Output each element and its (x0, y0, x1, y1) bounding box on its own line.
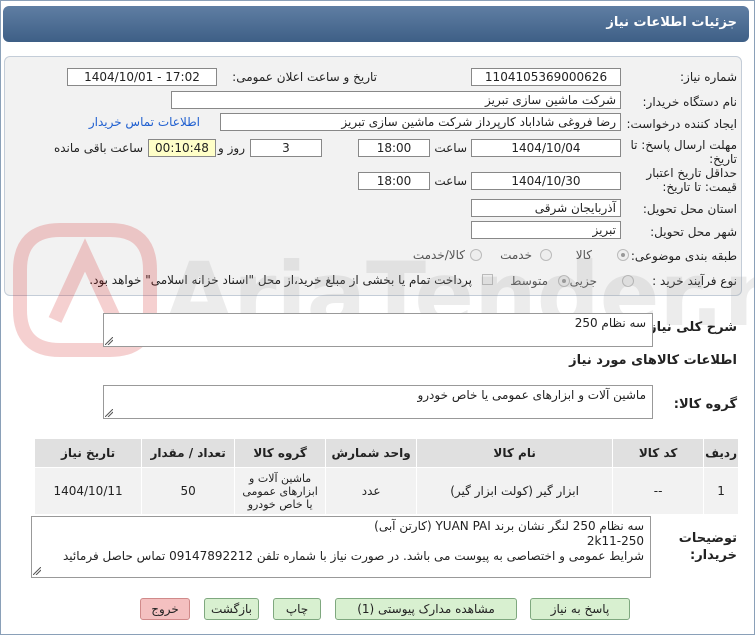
exit-button[interactable]: خروج (140, 598, 190, 620)
category-radio-goods[interactable] (617, 249, 629, 261)
table-row[interactable]: 1 -- ابزار گیر (کولت ابزار گیر) عدد ماشی… (33, 467, 739, 515)
view-docs-button[interactable]: مشاهده مدارک پیوستی (1) (335, 598, 517, 620)
remaining-time-label: ساعت باقی مانده (53, 141, 143, 155)
need-desc-field: سه نظام 250 (103, 313, 653, 347)
city-label: شهر محل تحویل: (650, 225, 737, 239)
contact-buyer-link[interactable]: اطلاعات تماس خریدار (89, 115, 200, 129)
province-field: آذربایجان شرقی (471, 199, 621, 217)
announce-label: تاریخ و ساعت اعلان عمومی: (232, 70, 377, 84)
process-label: نوع فرآیند خرید : (652, 274, 737, 288)
process-option-medium: متوسط (510, 274, 548, 288)
print-button[interactable]: چاپ (273, 598, 321, 620)
process-radio-minor[interactable] (622, 275, 634, 287)
city-field: تبریز (471, 221, 621, 239)
col-header-date: تاریخ نیاز (33, 438, 143, 468)
treasury-payment-note: پرداخت تمام یا بخشی از مبلغ خرید،از محل … (89, 273, 472, 287)
need-number-field: 1104105369000626 (471, 68, 621, 86)
buyer-notes-label: توضیحات خریدار: (678, 531, 737, 563)
announce-field: 1404/10/01 - 17:02 (67, 68, 217, 86)
creator-field: رضا فروغی شاداباد کارپرداز شرکت ماشین سا… (220, 113, 621, 131)
buyer-notes-line: سه نظام 250 لنگر نشان برند YUAN PAI (کار… (374, 519, 644, 533)
window-title: جزئیات اطلاعات نیاز (606, 15, 737, 30)
reply-button[interactable]: پاسخ به نیاز (530, 598, 630, 620)
col-header-unit: واحد شمارش (325, 438, 418, 468)
goods-group-field: ماشین آلات و ابزارهای عمومی یا خاص خودرو (103, 385, 653, 419)
category-option-goods-service: کالا/خدمت (412, 248, 465, 262)
cell-unit: عدد (325, 467, 418, 515)
validity-date-field: 1404/10/30 (471, 172, 621, 190)
category-label: طبقه بندی موضوعی: (630, 249, 737, 263)
category-radio-goods-service[interactable] (470, 249, 482, 261)
process-option-minor: جزیی (569, 274, 597, 288)
col-header-qty: تعداد / مقدار (141, 438, 236, 468)
deadline-date-field: 1404/10/04 (471, 139, 621, 157)
treasury-payment-checkbox[interactable] (482, 274, 493, 285)
days-field: 3 (250, 139, 322, 157)
remaining-time-field: 00:10:48 (148, 139, 216, 157)
col-header-row: ردیف (703, 438, 739, 468)
validity-time-label: ساعت (434, 174, 467, 188)
goods-info-title: اطلاعات کالاهای مورد نیاز (569, 353, 737, 368)
buyer-notes-field: سه نظام 250 لنگر نشان برند YUAN PAI (کار… (31, 516, 651, 578)
buyer-org-label: نام دستگاه خریدار: (642, 95, 738, 109)
back-button[interactable]: بازگشت (204, 598, 259, 620)
resize-grip-icon[interactable] (105, 409, 113, 417)
cell-code: -- (612, 467, 705, 515)
category-radio-service[interactable] (540, 249, 552, 261)
title-bar: جزئیات اطلاعات نیاز (3, 6, 749, 42)
cell-row: 1 (703, 467, 739, 515)
resize-grip-icon[interactable] (33, 567, 41, 575)
buyer-notes-line: شرایط عمومی و اختصاصی به پیوست می باشد. … (63, 549, 644, 563)
cell-date: 1404/10/11 (33, 467, 143, 515)
need-desc-label: شرح کلی نیاز: (643, 320, 737, 335)
cell-group: ماشین آلات و ابزارهای عمومی یا خاص خودرو (234, 467, 327, 515)
need-number-label: شماره نیاز: (680, 70, 737, 84)
deadline-time-field: 18:00 (358, 139, 430, 157)
days-label: روز و (218, 141, 245, 155)
resize-grip-icon[interactable] (105, 337, 113, 345)
cell-qty: 50 (141, 467, 236, 515)
col-header-name: نام کالا (416, 438, 614, 468)
deadline-label: مهلت ارسال پاسخ: تا تاریخ: (630, 138, 737, 166)
category-option-service: خدمت (500, 248, 532, 262)
col-header-group: گروه کالا (234, 438, 327, 468)
buyer-org-field: شرکت ماشین سازی تبریز (171, 91, 621, 109)
goods-group-label: گروه کالا: (673, 397, 737, 412)
deadline-time-label: ساعت (434, 141, 467, 155)
buyer-notes-line: 2k11-250 (586, 534, 644, 548)
creator-label: ایجاد کننده درخواست: (626, 117, 737, 131)
process-radio-medium[interactable] (558, 275, 570, 287)
col-header-code: کد کالا (612, 438, 705, 468)
province-label: استان محل تحویل: (642, 202, 737, 216)
items-table: ردیف کد کالا نام کالا واحد شمارش گروه کا… (33, 438, 739, 515)
category-option-goods: کالا (575, 248, 592, 262)
validity-label: حداقل تاریخ اعتبار قیمت: تا تاریخ: (646, 166, 737, 194)
cell-name: ابزار گیر (کولت ابزار گیر) (416, 467, 614, 515)
validity-time-field: 18:00 (358, 172, 430, 190)
table-header-row: ردیف کد کالا نام کالا واحد شمارش گروه کا… (33, 438, 739, 468)
